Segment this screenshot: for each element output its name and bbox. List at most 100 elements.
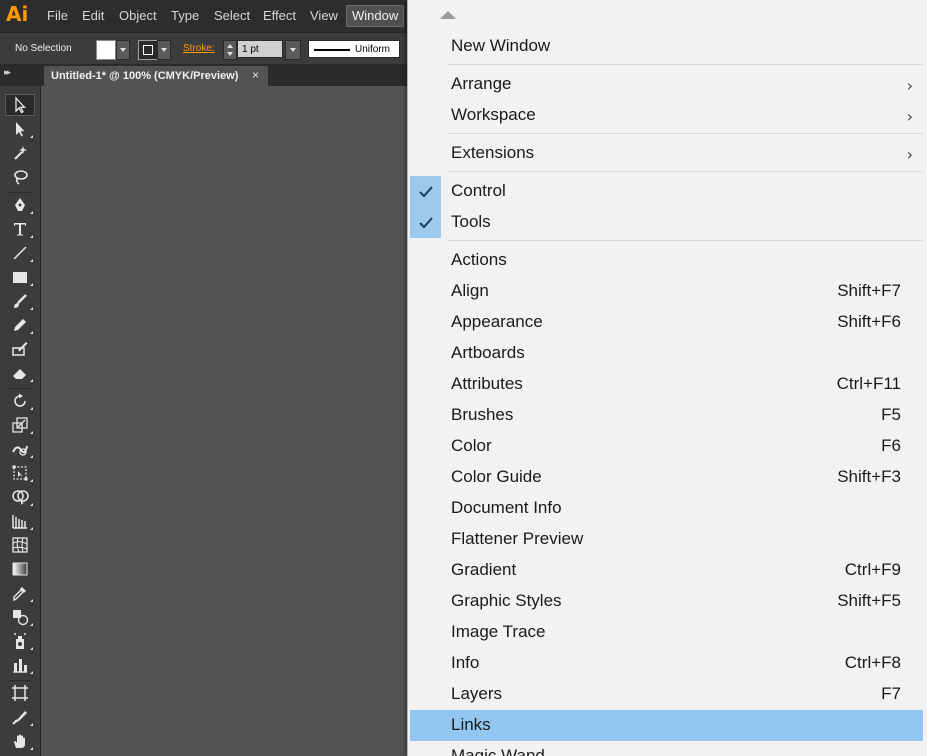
- menu-type[interactable]: Type: [171, 8, 199, 23]
- menu-item-label: Graphic Styles: [451, 591, 562, 610]
- checkmark-icon: [410, 176, 441, 207]
- artboard-canvas[interactable]: [41, 86, 407, 756]
- chevron-right-icon: ›: [906, 145, 913, 164]
- menu-item-label: Layers: [451, 684, 503, 703]
- menu-item-flattener-preview[interactable]: Flattener Preview: [410, 524, 923, 555]
- stroke-weight-dropdown[interactable]: [285, 40, 301, 60]
- menu-item-layers[interactable]: Layers F7: [410, 679, 923, 710]
- gradient-tool-icon[interactable]: [5, 558, 35, 580]
- eyedropper-tool-icon[interactable]: [5, 582, 35, 604]
- menu-window[interactable]: Window: [346, 5, 405, 27]
- blend-tool-icon[interactable]: [5, 606, 35, 628]
- chevron-down-icon: [120, 48, 126, 52]
- stroke-color-swatch[interactable]: [138, 40, 158, 60]
- blob-brush-tool-icon[interactable]: [5, 338, 35, 360]
- document-tab-title: Untitled-1* @ 100% (CMYK/Preview): [51, 70, 239, 82]
- menu-item-document-info[interactable]: Document Info: [410, 493, 923, 524]
- scale-tool-icon[interactable]: [5, 414, 35, 436]
- menu-item-new-window[interactable]: New Window: [410, 31, 923, 62]
- menu-select[interactable]: Select: [214, 8, 250, 23]
- rotate-tool-icon[interactable]: [5, 390, 35, 412]
- profile-preview-line: [314, 49, 350, 51]
- fill-color-swatch[interactable]: [96, 40, 116, 60]
- menu-item-label: New Window: [451, 36, 551, 55]
- variable-width-profile-select[interactable]: Uniform: [308, 40, 400, 58]
- menu-item-label: Artboards: [451, 343, 525, 362]
- lasso-tool-icon[interactable]: [5, 166, 35, 188]
- menu-item-tools[interactable]: Tools: [410, 207, 923, 238]
- menu-separator: [448, 64, 923, 65]
- menu-item-label: Gradient: [451, 560, 517, 579]
- fill-dropdown-button[interactable]: [116, 40, 130, 60]
- menu-item-artboards[interactable]: Artboards: [410, 338, 923, 369]
- menu-item-graphic-styles[interactable]: Graphic Styles Shift+F5: [410, 586, 923, 617]
- menu-item-shortcut: Ctrl+F9: [844, 560, 901, 579]
- menu-item-align[interactable]: Align Shift+F7: [410, 276, 923, 307]
- menu-item-links[interactable]: Links: [410, 710, 923, 741]
- menu-item-extensions[interactable]: Extensions ›: [410, 138, 923, 169]
- tools-panel: [0, 86, 41, 756]
- menu-file[interactable]: File: [47, 8, 68, 23]
- menu-item-gradient[interactable]: Gradient Ctrl+F9: [410, 555, 923, 586]
- menu-item-image-trace[interactable]: Image Trace: [410, 617, 923, 648]
- menu-item-label: Magic Wand: [451, 746, 545, 756]
- collapse-panels-icon[interactable]: ▸▸: [4, 67, 11, 78]
- perspective-grid-tool-icon[interactable]: [5, 510, 35, 532]
- selection-tool-icon[interactable]: [5, 94, 35, 116]
- menu-item-label: Flattener Preview: [451, 529, 584, 548]
- warp-tool-icon[interactable]: [5, 438, 35, 460]
- line-segment-tool-icon[interactable]: [5, 242, 35, 264]
- eraser-tool-icon[interactable]: [5, 362, 35, 384]
- scroll-up-arrow-icon[interactable]: [440, 11, 456, 19]
- stroke-panel-link[interactable]: Stroke:: [183, 43, 215, 54]
- menu-item-shortcut: Shift+F6: [837, 312, 901, 331]
- menu-item-appearance[interactable]: Appearance Shift+F6: [410, 307, 923, 338]
- chevron-down-icon: [161, 48, 167, 52]
- hand-tool-icon[interactable]: [5, 730, 35, 752]
- column-graph-tool-icon[interactable]: [5, 654, 35, 676]
- artboard-tool-icon[interactable]: [5, 682, 35, 704]
- stroke-weight-stepper[interactable]: [223, 40, 237, 60]
- type-tool-icon[interactable]: [5, 218, 35, 240]
- menu-edit[interactable]: Edit: [82, 8, 104, 23]
- menu-item-label: Image Trace: [451, 622, 546, 641]
- selection-status: No Selection: [15, 43, 72, 54]
- shape-builder-tool-icon[interactable]: [5, 486, 35, 508]
- menu-item-actions[interactable]: Actions: [410, 245, 923, 276]
- menu-item-brushes[interactable]: Brushes F5: [410, 400, 923, 431]
- stroke-dropdown-button[interactable]: [157, 40, 171, 60]
- stroke-weight-input[interactable]: 1 pt: [237, 40, 283, 58]
- menu-object[interactable]: Object: [119, 8, 157, 23]
- symbol-sprayer-tool-icon[interactable]: [5, 630, 35, 652]
- menu-item-label: Brushes: [451, 405, 514, 424]
- menu-view[interactable]: View: [310, 8, 338, 23]
- menu-item-control[interactable]: Control: [410, 176, 923, 207]
- paintbrush-tool-icon[interactable]: [5, 290, 35, 312]
- magic-wand-tool-icon[interactable]: [5, 142, 35, 164]
- menu-item-color[interactable]: Color F6: [410, 431, 923, 462]
- pen-tool-icon[interactable]: [5, 194, 35, 216]
- slice-tool-icon[interactable]: [5, 706, 35, 728]
- menu-item-info[interactable]: Info Ctrl+F8: [410, 648, 923, 679]
- pencil-tool-icon[interactable]: [5, 314, 35, 336]
- document-tab[interactable]: Untitled-1* @ 100% (CMYK/Preview) ×: [44, 66, 268, 86]
- menu-item-arrange[interactable]: Arrange ›: [410, 69, 923, 100]
- menu-item-attributes[interactable]: Attributes Ctrl+F11: [410, 369, 923, 400]
- menu-item-color-guide[interactable]: Color Guide Shift+F3: [410, 462, 923, 493]
- menu-item-label: Attributes: [451, 374, 523, 393]
- rectangle-tool-icon[interactable]: [5, 266, 35, 288]
- menu-effect[interactable]: Effect: [263, 8, 296, 23]
- mesh-tool-icon[interactable]: [5, 534, 35, 556]
- app-logo: Ai: [6, 2, 29, 26]
- checkmark-icon: [410, 207, 441, 238]
- menu-item-label: Info: [451, 653, 480, 672]
- menu-item-label: Color Guide: [451, 467, 542, 486]
- menu-item-workspace[interactable]: Workspace ›: [410, 100, 923, 131]
- menu-item-magic-wand[interactable]: Magic Wand: [410, 741, 923, 756]
- free-transform-tool-icon[interactable]: [5, 462, 35, 484]
- window-dropdown-menu: New Window Arrange › Workspace › Extensi…: [407, 0, 927, 756]
- menu-item-label: Document Info: [451, 498, 562, 517]
- direct-selection-tool-icon[interactable]: [5, 118, 35, 140]
- close-icon[interactable]: ×: [252, 68, 259, 82]
- menu-item-shortcut: F7: [881, 684, 901, 703]
